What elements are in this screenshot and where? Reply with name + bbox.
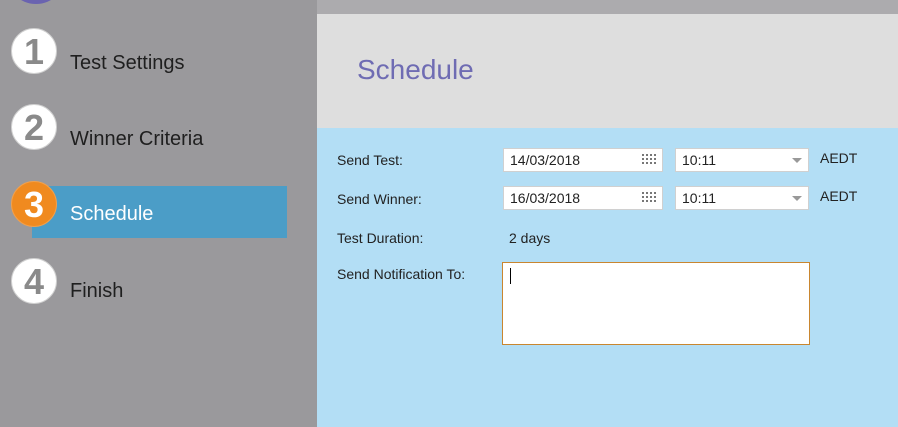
send-winner-time-value: 10:11 [682, 190, 716, 206]
panel-header: Schedule [317, 14, 898, 128]
page-title: Schedule [357, 54, 474, 85]
send-test-time-select[interactable]: 10:11 [675, 148, 809, 172]
send-notification-input[interactable] [502, 262, 810, 345]
test-duration-label: Test Duration: [337, 230, 424, 246]
text-cursor [510, 268, 511, 284]
wizard-step-test-settings[interactable]: 1 Test Settings [0, 28, 317, 80]
send-test-timezone: AEDT [820, 150, 858, 166]
step-number-badge: 2 [11, 104, 57, 150]
wizard-step-finish[interactable]: 4 Finish [0, 258, 317, 310]
step-label: Winner Criteria [70, 128, 204, 150]
calendar-icon[interactable] [642, 154, 658, 167]
schedule-form: Send Test: 14/03/2018 10:11 AEDT Send Wi… [317, 128, 898, 427]
send-test-date-input[interactable]: 14/03/2018 [503, 148, 663, 172]
send-test-label: Send Test: [337, 152, 403, 168]
wizard-step-winner-criteria[interactable]: 2 Winner Criteria [0, 104, 317, 156]
chevron-down-icon [792, 158, 802, 163]
step-label: Schedule [70, 203, 154, 225]
calendar-icon[interactable] [642, 192, 658, 205]
send-winner-time-select[interactable]: 10:11 [675, 186, 809, 210]
step-label: Test Settings [70, 52, 185, 74]
step-number-badge: 1 [11, 28, 57, 74]
send-notification-label: Send Notification To: [337, 266, 466, 282]
step-number-badge: 3 [11, 181, 57, 227]
send-winner-label: Send Winner: [337, 191, 422, 207]
send-test-time-value: 10:11 [682, 152, 716, 168]
top-bar [317, 0, 898, 14]
step-label: Finish [70, 280, 124, 302]
step-number-badge: 4 [11, 258, 57, 304]
wizard-step-schedule[interactable]: 3 Schedule [0, 181, 317, 238]
decorative-circle [6, 0, 66, 4]
send-winner-date-input[interactable]: 16/03/2018 [503, 186, 663, 210]
chevron-down-icon [792, 196, 802, 201]
send-test-date-value: 14/03/2018 [510, 152, 581, 168]
test-duration-value: 2 days [509, 230, 551, 246]
send-winner-timezone: AEDT [820, 188, 858, 204]
send-winner-date-value: 16/03/2018 [510, 190, 581, 206]
wizard-sidebar: 1 Test Settings 2 Winner Criteria 3 Sche… [0, 0, 317, 427]
